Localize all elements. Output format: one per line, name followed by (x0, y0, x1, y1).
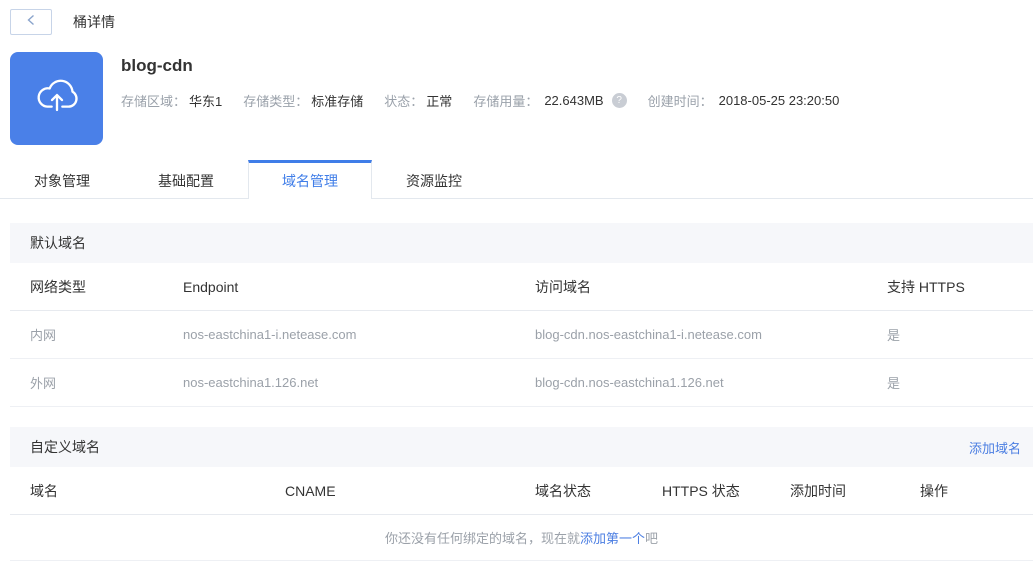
info-label: 存储区域： (121, 94, 187, 109)
cell-https-support: 是 (887, 328, 901, 343)
column-header-domain-status: 域名状态 (535, 482, 591, 499)
column-header-actions: 操作 (920, 482, 948, 499)
cell-endpoint: nos-eastchina1-i.netease.com (183, 327, 357, 342)
tab-domain-management[interactable]: 域名管理 (248, 160, 372, 199)
help-icon[interactable]: ? (611, 93, 627, 108)
table-row-extranet: 外网 nos-eastchina1.126.net blog-cdn.nos-e… (10, 359, 1033, 407)
section-title: 自定义域名 (30, 439, 100, 455)
info-value: 22.643MB (544, 93, 604, 108)
bucket-avatar (10, 52, 103, 145)
column-header-domain: 域名 (30, 482, 58, 499)
info-storage-type: 存储类型： 标准存储 (243, 91, 363, 110)
tab-object-management[interactable]: 对象管理 (0, 160, 124, 198)
cell-network-type: 内网 (30, 328, 57, 343)
back-button[interactable] (10, 9, 52, 35)
cloud-upload-icon (28, 67, 86, 130)
cell-access-domain: blog-cdn.nos-eastchina1-i.netease.com (535, 327, 762, 342)
tab-resource-monitor[interactable]: 资源监控 (372, 160, 496, 198)
bucket-meta: blog-cdn 存储区域： 华东1 存储类型： 标准存储 状态： 正常 存储用… (121, 52, 860, 145)
tab-bar: 对象管理 基础配置 域名管理 资源监控 (0, 160, 1033, 199)
bucket-info-row: 存储区域： 华东1 存储类型： 标准存储 状态： 正常 存储用量： 22.643… (121, 91, 860, 110)
table-header-row: 域名 CNAME 域名状态 HTTPS 状态 添加时间 操作 (10, 467, 1033, 515)
info-status: 状态： 正常 (384, 91, 452, 110)
add-domain-link[interactable]: 添加域名 (969, 438, 1021, 457)
column-header-https-support: 支持 HTTPS (887, 278, 965, 295)
column-header-access-domain: 访问域名 (535, 278, 591, 295)
chevron-left-icon (26, 13, 36, 31)
column-header-network-type: 网络类型 (30, 278, 86, 295)
column-header-endpoint: Endpoint (183, 278, 239, 295)
page-title: 桶详情 (73, 14, 115, 30)
tab-basic-config[interactable]: 基础配置 (124, 160, 248, 198)
default-domain-section-header: 默认域名 (10, 223, 1033, 263)
info-label: 存储类型： (243, 94, 309, 109)
info-region: 存储区域： 华东1 (121, 91, 222, 110)
default-domain-table: 网络类型 Endpoint 访问域名 支持 HTTPS 内网 nos-eastc… (10, 263, 1033, 407)
add-first-domain-link[interactable]: 添加第一个 (580, 528, 645, 547)
info-label: 存储用量： (473, 94, 539, 109)
cell-network-type: 外网 (30, 376, 57, 391)
cell-access-domain: blog-cdn.nos-eastchina1.126.net (535, 375, 724, 390)
empty-state-text: 吧 (645, 531, 659, 546)
table-header-row: 网络类型 Endpoint 访问域名 支持 HTTPS (10, 263, 1033, 311)
column-header-cname: CNAME (285, 482, 336, 499)
empty-state: 你还没有任何绑定的域名，现在就 添加第一个吧 (10, 515, 1033, 561)
info-value: 华东1 (189, 94, 223, 109)
table-row-intranet: 内网 nos-eastchina1-i.netease.com blog-cdn… (10, 311, 1033, 359)
info-created-time: 创建时间： 2018-05-25 23:20:50 (648, 91, 840, 110)
empty-state-text: 你还没有任何绑定的域名，现在就 (384, 531, 580, 546)
bucket-header: blog-cdn 存储区域： 华东1 存储类型： 标准存储 状态： 正常 存储用… (10, 52, 1033, 145)
cell-https-support: 是 (887, 376, 901, 391)
custom-domain-table: 域名 CNAME 域名状态 HTTPS 状态 添加时间 操作 你还没有任何绑定的… (10, 467, 1033, 561)
column-header-https-status: HTTPS 状态 (662, 482, 740, 499)
custom-domain-section-header: 自定义域名 添加域名 (10, 427, 1033, 467)
column-header-add-time: 添加时间 (790, 482, 846, 499)
info-value: 标准存储 (311, 94, 364, 109)
info-usage: 存储用量： 22.643MB ? (473, 91, 627, 110)
info-value: 2018-05-25 23:20:50 (718, 93, 840, 108)
cell-endpoint: nos-eastchina1.126.net (183, 375, 319, 390)
info-label: 创建时间： (647, 94, 713, 109)
main-content: 默认域名 网络类型 Endpoint 访问域名 支持 HTTPS 内网 nos-… (10, 223, 1033, 561)
section-title: 默认域名 (30, 235, 86, 251)
top-bar: 桶详情 (0, 0, 1033, 35)
bucket-name: blog-cdn (121, 56, 193, 75)
info-value: 正常 (426, 94, 453, 109)
info-label: 状态： (384, 94, 424, 109)
